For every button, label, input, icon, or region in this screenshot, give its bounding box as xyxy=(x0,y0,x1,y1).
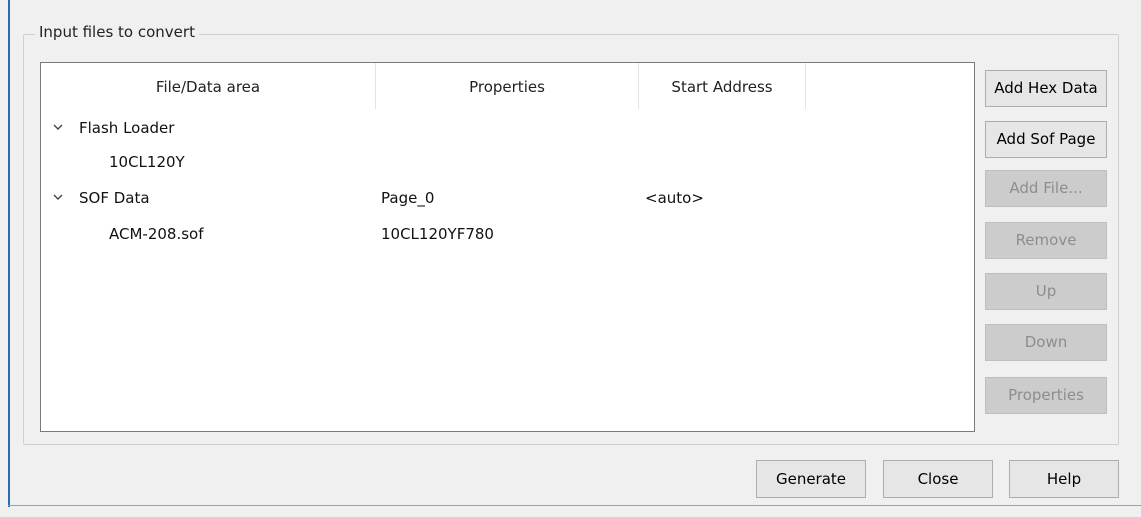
properties-button[interactable]: Properties xyxy=(985,377,1107,414)
up-button[interactable]: Up xyxy=(985,273,1107,310)
groupbox-title: Input files to convert xyxy=(35,22,199,42)
tree-header: File/Data area Properties Start Address xyxy=(41,63,974,111)
tree-row-name: Flash Loader xyxy=(79,119,175,137)
tree-row-name: 10CL120Y xyxy=(109,153,185,171)
tree-row-sof-data[interactable]: SOF Data Page_0 <auto> xyxy=(41,181,974,215)
tree-row-flash-loader-device[interactable]: 10CL120Y xyxy=(41,145,974,179)
convert-programming-file-dialog: Input files to convert File/Data area Pr… xyxy=(0,0,1141,517)
down-button[interactable]: Down xyxy=(985,324,1107,361)
add-file-button[interactable]: Add File... xyxy=(985,170,1107,207)
help-button[interactable]: Help xyxy=(1009,460,1119,498)
tree-row-properties: 10CL120YF780 xyxy=(381,225,494,243)
input-files-tree[interactable]: File/Data area Properties Start Address … xyxy=(40,62,975,432)
remove-button[interactable]: Remove xyxy=(985,222,1107,259)
add-hex-data-button[interactable]: Add Hex Data xyxy=(985,70,1107,107)
tree-row-name: SOF Data xyxy=(79,189,150,207)
tree-row-flash-loader[interactable]: Flash Loader xyxy=(41,111,974,145)
window-left-edge xyxy=(8,0,10,507)
chevron-down-icon-glyph xyxy=(53,124,63,130)
column-separator[interactable] xyxy=(805,63,806,109)
column-header-start-address[interactable]: Start Address xyxy=(639,63,805,111)
tree-row-start-address: <auto> xyxy=(645,189,704,207)
column-header-file-data-area[interactable]: File/Data area xyxy=(41,63,375,111)
tree-row-sof-file[interactable]: ACM-208.sof 10CL120YF780 xyxy=(41,217,974,251)
tree-row-name: ACM-208.sof xyxy=(109,225,204,243)
column-header-properties[interactable]: Properties xyxy=(376,63,638,111)
close-button[interactable]: Close xyxy=(883,460,993,498)
chevron-down-icon-glyph xyxy=(53,194,63,200)
generate-button[interactable]: Generate xyxy=(756,460,866,498)
tree-row-properties: Page_0 xyxy=(381,189,435,207)
add-sof-page-button[interactable]: Add Sof Page xyxy=(985,121,1107,158)
dialog-bottom-divider xyxy=(8,505,1141,506)
